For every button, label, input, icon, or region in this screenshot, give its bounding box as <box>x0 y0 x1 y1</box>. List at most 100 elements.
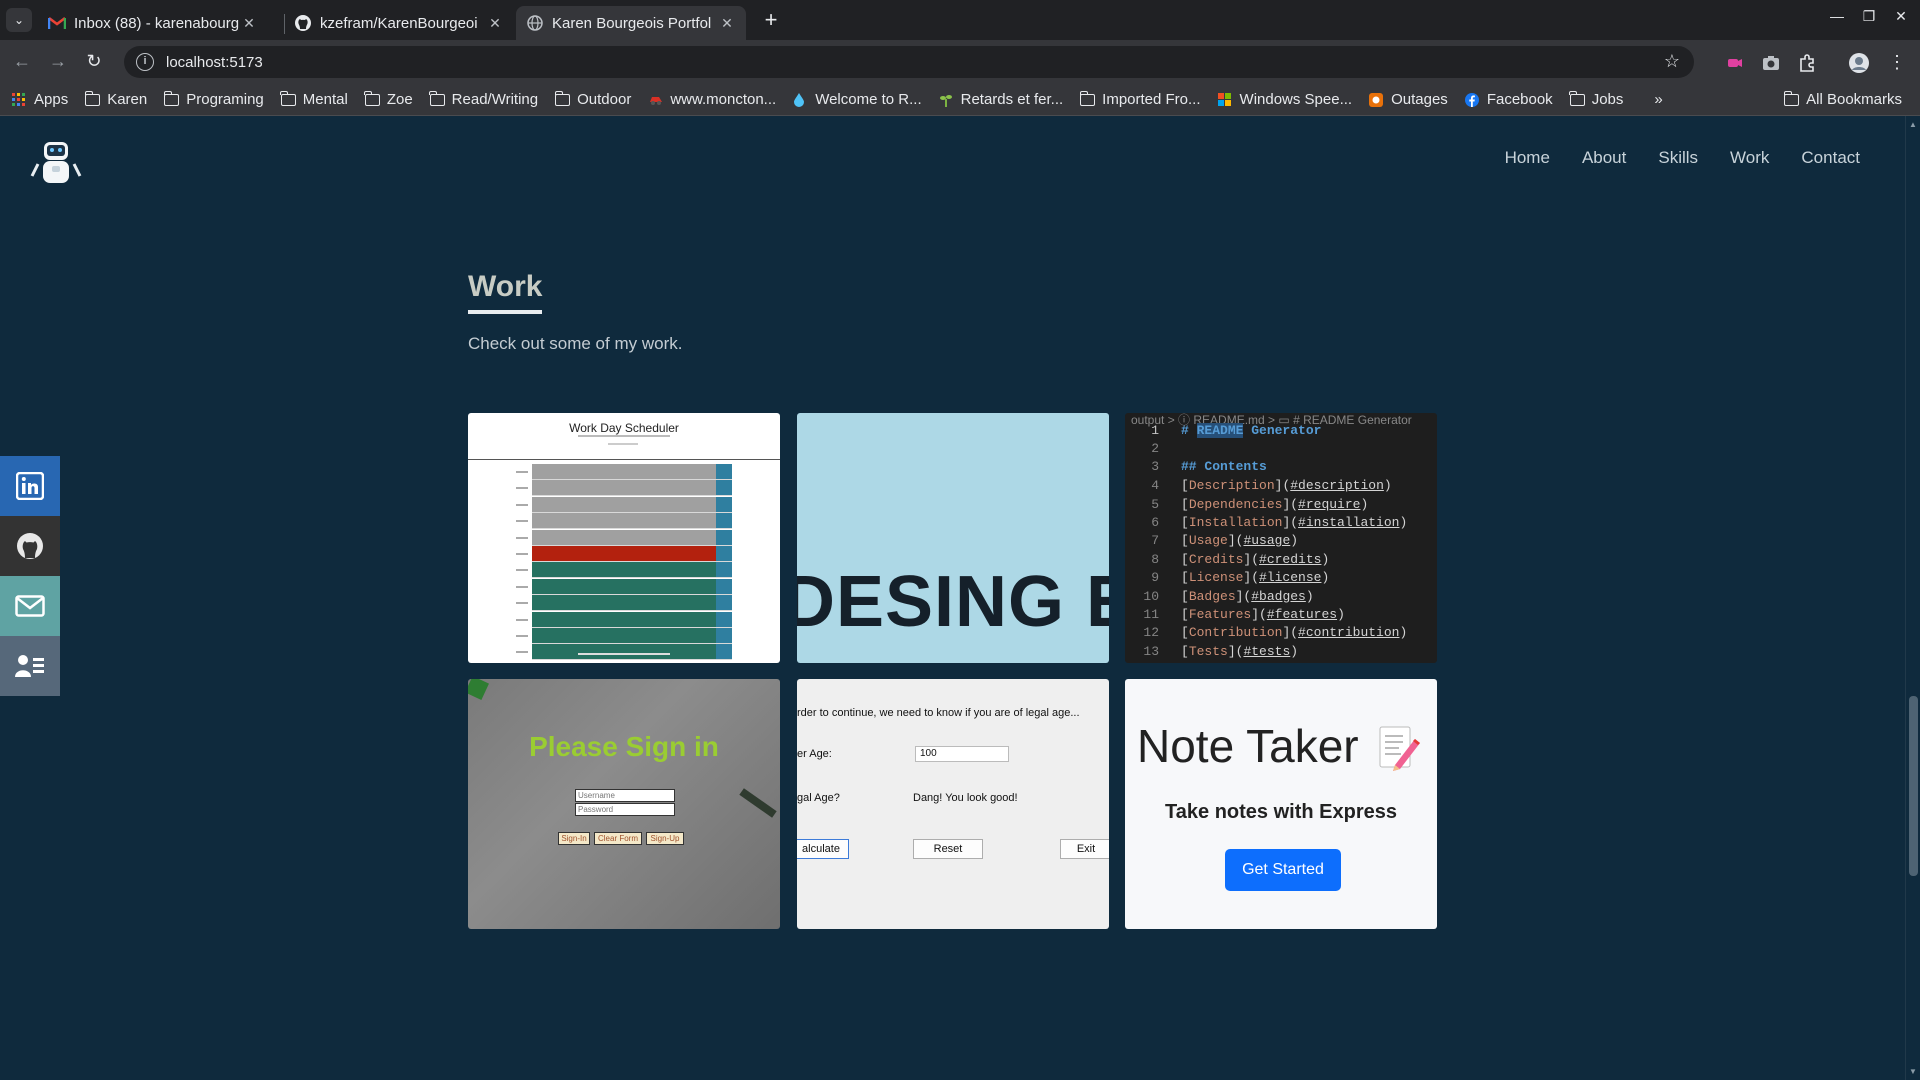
bookmark-read-writing[interactable]: Read/Writing <box>429 90 538 108</box>
facebook-icon <box>1464 92 1481 107</box>
close-window-button[interactable]: ✕ <box>1886 8 1916 25</box>
folder-icon <box>1569 90 1585 106</box>
minimize-icon: — <box>1830 8 1844 24</box>
save-icon <box>716 595 732 612</box>
bookmark-label: Facebook <box>1486 91 1553 108</box>
bookmark-zoe[interactable]: Zoe <box>364 90 413 108</box>
code-line: 13 [Tests](#tests) <box>1125 644 1437 662</box>
bookmark-mental[interactable]: Mental <box>280 90 348 108</box>
resume-link[interactable] <box>0 636 60 696</box>
triangle-down-icon[interactable]: ▼ <box>1909 1067 1917 1076</box>
site-nav: Home About Skills Work Contact <box>1505 148 1860 168</box>
close-icon[interactable]: ✕ <box>240 15 258 32</box>
bookmark-label: Outdoor <box>577 91 632 108</box>
back-button[interactable]: ← <box>10 50 34 74</box>
scrollbar-thumb[interactable] <box>1909 696 1918 876</box>
page-scrollbar[interactable]: ▲ ▼ <box>1905 116 1920 1080</box>
line-number: 4 <box>1151 478 1159 494</box>
line-number: 7 <box>1151 533 1159 549</box>
legal-age-label: gal Age? <box>797 792 840 804</box>
menu-button[interactable]: ⋮ <box>1886 52 1908 74</box>
triangle-up-icon[interactable]: ▲ <box>1909 120 1917 129</box>
bookmark-label: Retards et fer... <box>960 91 1064 108</box>
close-icon[interactable]: ✕ <box>486 15 504 32</box>
notes-subtitle: Take notes with Express <box>1165 801 1397 823</box>
project-card-scheduler[interactable]: Work Day Scheduler <box>468 413 780 663</box>
bookmarks-overflow-button[interactable]: » <box>1654 91 1662 108</box>
bookmark-star-icon[interactable]: ☆ <box>1664 51 1680 72</box>
code-line: 4 [Description](#description) <box>1125 478 1437 496</box>
save-icon <box>716 513 732 530</box>
profile-avatar[interactable] <box>1848 52 1870 74</box>
address-bar[interactable]: i localhost:5173 ☆ <box>124 46 1694 78</box>
extension-icon[interactable] <box>1724 52 1746 74</box>
chevron-double-right-icon: » <box>1654 91 1663 108</box>
folder-icon <box>1079 90 1096 106</box>
bookmark-outages[interactable]: Outages <box>1369 91 1448 108</box>
all-bookmarks-button[interactable]: All Bookmarks <box>1783 90 1902 108</box>
bookmark-apps[interactable]: Apps <box>12 91 68 108</box>
bookmark-jobs[interactable]: Jobs <box>1569 90 1623 108</box>
extensions-puzzle-icon[interactable] <box>1796 52 1818 74</box>
bookmark-outdoor[interactable]: Outdoor <box>554 90 632 108</box>
nav-home[interactable]: Home <box>1505 148 1550 168</box>
site-info-icon[interactable]: i <box>136 53 154 71</box>
bookmark-windows[interactable]: Windows Spee... <box>1217 91 1352 108</box>
camera-icon[interactable] <box>1760 52 1782 74</box>
project-card-age[interactable]: rder to continue, we need to know if you… <box>797 679 1109 929</box>
project-card-signin[interactable]: Please Sign in Username Password Sign-In… <box>468 679 780 929</box>
scheduler-title: Work Day Scheduler <box>569 421 679 435</box>
forward-button[interactable]: → <box>46 50 70 74</box>
bookmark-imported[interactable]: Imported Fro... <box>1079 90 1201 108</box>
bookmark-moncton[interactable]: www.moncton... <box>648 91 776 108</box>
scheduler-date-line <box>608 443 638 445</box>
bookmark-retards[interactable]: Retards et fer... <box>939 91 1064 108</box>
tab-search-button[interactable]: ⌄ <box>6 8 32 32</box>
clear-form-button: Clear Form <box>594 832 642 845</box>
save-icon <box>716 480 732 497</box>
hour-label <box>516 520 528 523</box>
tab-portfolio[interactable]: Karen Bourgeois Portfol ✕ <box>516 6 746 40</box>
tab-github[interactable]: kzefram/KarenBourgeoi ✕ <box>284 6 514 40</box>
save-icon <box>716 562 732 579</box>
github-link[interactable] <box>0 516 60 576</box>
restore-button[interactable]: ❐ <box>1854 8 1884 25</box>
bookmark-programing[interactable]: Programing <box>163 90 264 108</box>
link-label: Usage <box>1188 533 1228 549</box>
code-line: 6 [Installation](#installation) <box>1125 515 1437 533</box>
bookmark-facebook[interactable]: Facebook <box>1464 91 1553 108</box>
code-line: 1 # README Generator <box>1125 423 1437 441</box>
browser-tab-bar: ⌄ Inbox (88) - karenabourg ✕ kzefram/Kar… <box>0 0 1920 40</box>
project-card-event[interactable]: DESING Ev <box>797 413 1109 663</box>
time-block-row <box>532 496 716 513</box>
tab-gmail[interactable]: Inbox (88) - karenabourg ✕ <box>38 6 268 40</box>
bookmark-welcome[interactable]: Welcome to R... <box>793 91 922 108</box>
minimize-button[interactable]: — <box>1822 8 1852 24</box>
nav-work[interactable]: Work <box>1730 148 1769 168</box>
signup-button: Sign-Up <box>646 832 684 845</box>
pencil-decoration <box>739 788 777 818</box>
hour-label <box>516 602 528 605</box>
robot-logo[interactable] <box>28 134 84 190</box>
time-block-row <box>532 611 716 628</box>
link-anchor: #contribution <box>1298 625 1400 641</box>
email-link[interactable] <box>0 576 60 636</box>
reset-button: Reset <box>913 839 983 859</box>
link-anchor: #license <box>1259 570 1322 586</box>
close-icon[interactable]: ✕ <box>718 15 736 32</box>
project-card-readme[interactable]: output > ⓘ README.md > ▭ # README Genera… <box>1125 413 1437 663</box>
reload-button[interactable]: ↻ <box>82 50 106 74</box>
project-card-notes[interactable]: Note Taker Take notes with Express Get S… <box>1125 679 1437 929</box>
hour-label <box>516 536 528 539</box>
bookmark-karen[interactable]: Karen <box>84 90 147 108</box>
nav-contact[interactable]: Contact <box>1801 148 1860 168</box>
time-block-row <box>532 513 716 530</box>
nav-skills[interactable]: Skills <box>1658 148 1698 168</box>
nav-about[interactable]: About <box>1582 148 1626 168</box>
arrow-left-icon: ← <box>13 51 31 71</box>
social-sidebar <box>0 456 60 696</box>
link-label: Description <box>1188 478 1275 494</box>
new-tab-button[interactable]: + <box>758 8 784 34</box>
close-icon: ✕ <box>1895 8 1907 24</box>
linkedin-link[interactable] <box>0 456 60 516</box>
